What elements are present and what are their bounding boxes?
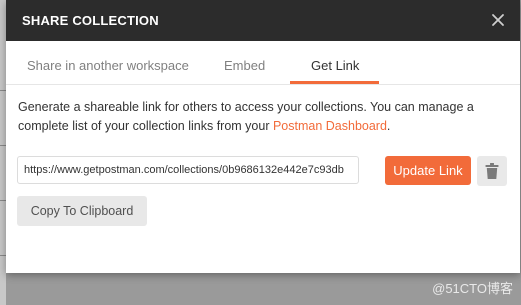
tab-get-link[interactable]: Get Link xyxy=(311,58,359,73)
tab-share-workspace[interactable]: Share in another workspace xyxy=(27,58,189,73)
dialog-header: SHARE COLLECTION xyxy=(6,0,520,41)
trash-icon xyxy=(485,163,499,179)
watermark-text: @51CTO博客 xyxy=(432,281,513,296)
active-tab-indicator xyxy=(290,81,379,84)
tab-embed[interactable]: Embed xyxy=(224,58,265,73)
delete-link-button[interactable] xyxy=(477,156,507,186)
close-icon[interactable] xyxy=(488,10,508,30)
copy-to-clipboard-button[interactable]: Copy To Clipboard xyxy=(17,196,147,226)
postman-dashboard-link[interactable]: Postman Dashboard xyxy=(273,119,387,133)
tab-bar: Share in another workspace Embed Get Lin… xyxy=(6,41,520,85)
update-link-button[interactable]: Update Link xyxy=(385,156,471,185)
description-text: Generate a shareable link for others to … xyxy=(18,100,474,133)
share-description: Generate a shareable link for others to … xyxy=(18,98,508,136)
description-end: . xyxy=(386,119,391,133)
dialog-title: SHARE COLLECTION xyxy=(22,13,159,28)
share-collection-dialog: SHARE COLLECTION Share in another worksp… xyxy=(6,0,520,273)
share-link-field[interactable] xyxy=(17,156,359,184)
